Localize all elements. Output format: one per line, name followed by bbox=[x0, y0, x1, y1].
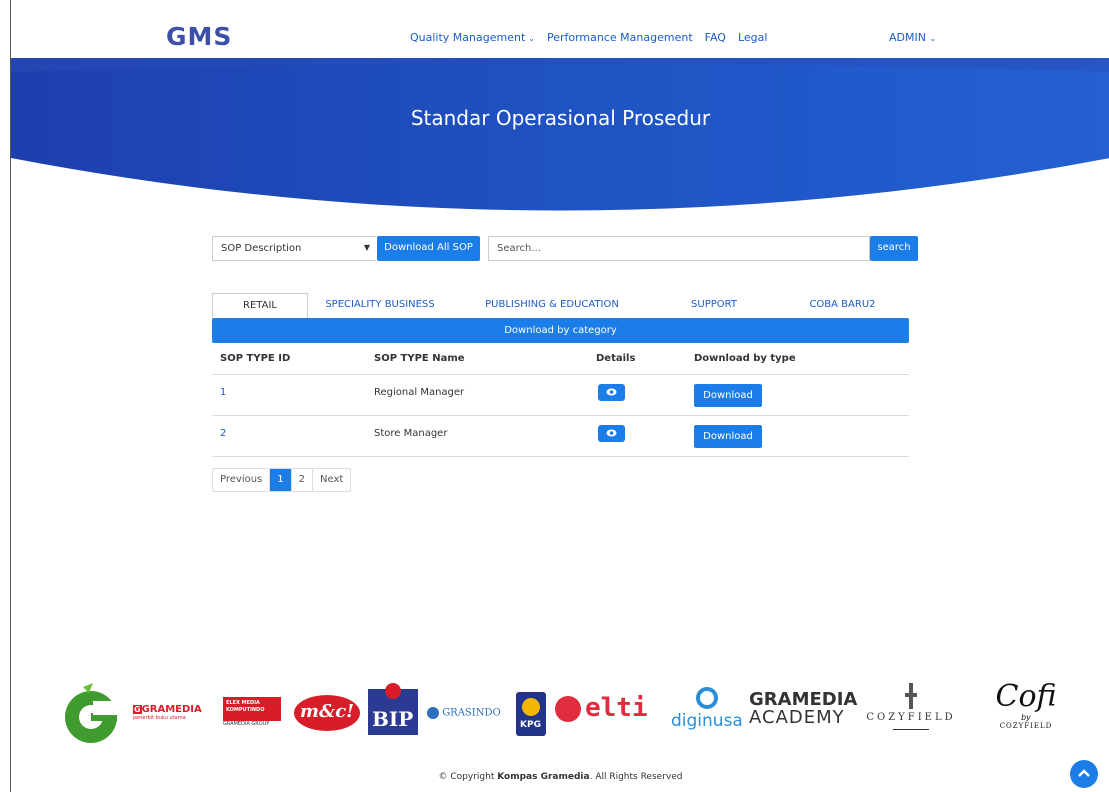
copyright-prefix: © Copyright bbox=[438, 772, 498, 782]
chevron-down-icon: ⌄ bbox=[528, 34, 535, 43]
logo-text: BIP bbox=[372, 707, 414, 731]
mnc-logo: m&c! bbox=[294, 695, 360, 731]
download-by-type-button[interactable]: Download bbox=[694, 425, 762, 448]
diginusa-logo: diginusa bbox=[671, 687, 743, 731]
divider bbox=[893, 729, 929, 730]
page-title: Standar Operasional Prosedur bbox=[410, 106, 711, 130]
pagination-page-1[interactable]: 1 bbox=[270, 469, 292, 491]
copyright-suffix: . All Rights Reserved bbox=[589, 772, 683, 782]
search-input[interactable]: Search... bbox=[488, 236, 870, 261]
details-button[interactable] bbox=[598, 425, 625, 442]
tab-publishing-education[interactable]: PUBLISHING & EDUCATION bbox=[452, 293, 652, 318]
details-button[interactable] bbox=[598, 384, 625, 401]
nav-quality-management[interactable]: Quality Management ⌄ bbox=[410, 31, 535, 44]
elti-logo: elti bbox=[555, 693, 648, 723]
download-all-sop-button[interactable]: Download All SOP bbox=[377, 236, 480, 261]
nav-faq[interactable]: FAQ bbox=[705, 31, 726, 44]
pagination-previous[interactable]: Previous bbox=[213, 469, 271, 491]
back-to-top-button[interactable] bbox=[1070, 760, 1098, 788]
elti-emblem bbox=[555, 695, 581, 722]
logo-text: GRAMEDIA bbox=[141, 704, 202, 715]
logo-text: diginusa bbox=[671, 711, 743, 731]
caret-down-icon: ▼ bbox=[363, 243, 370, 252]
cozyfield-emblem bbox=[905, 683, 917, 709]
logo-text: KPG bbox=[520, 720, 541, 730]
nav-legal[interactable]: Legal bbox=[738, 31, 767, 44]
select-value: SOP Description bbox=[221, 243, 302, 254]
column-header: SOP TYPE ID bbox=[220, 353, 291, 364]
sop-type-name: Regional Manager bbox=[374, 387, 465, 398]
kpg-logo: KPG bbox=[516, 692, 546, 736]
column-header: Details bbox=[596, 353, 636, 364]
pagination-page-2[interactable]: 2 bbox=[292, 469, 314, 491]
gramedia-academy-logo: GRAMEDIA ACADEMY bbox=[749, 691, 857, 727]
logo-subtext: ACADEMY bbox=[749, 707, 845, 728]
elex-media-logo: ELEX MEDIA KOMPUTINDO GRAMEDIA GROUP bbox=[223, 697, 283, 733]
cozyfield-logo: COZYFIELD bbox=[861, 683, 961, 730]
search-button[interactable]: search bbox=[870, 236, 918, 261]
chevron-up-icon bbox=[1078, 769, 1090, 777]
brand-logos-strip: GGRAMEDIA penerbit buku utama ELEX MEDIA… bbox=[11, 675, 1109, 755]
user-menu-label: ADMIN bbox=[889, 31, 926, 44]
user-menu[interactable]: ADMIN ⌄ bbox=[889, 31, 936, 44]
gramedia-g-logo bbox=[65, 683, 119, 743]
tab-coba-baru2[interactable]: COBA BARU2 bbox=[776, 293, 909, 318]
tab-speciality-business[interactable]: SPECIALITY BUSINESS bbox=[308, 293, 452, 318]
top-navbar: GMS Quality Management ⌄ Performance Mana… bbox=[11, 0, 1109, 58]
gramedia-logo: GGRAMEDIA penerbit buku utama bbox=[133, 704, 202, 721]
pagination-next[interactable]: Next bbox=[313, 469, 350, 491]
hero-banner: Standar Operasional Prosedur bbox=[11, 58, 1109, 218]
cofi-logo: Cofi by COZYFIELD bbox=[991, 679, 1061, 731]
sop-type-name: Store Manager bbox=[374, 428, 448, 439]
sop-type-id-link[interactable]: 1 bbox=[220, 387, 226, 398]
sop-type-id-link[interactable]: 2 bbox=[220, 428, 226, 439]
copyright-brand: Kompas Gramedia bbox=[497, 772, 590, 782]
logo-text: Cofi bbox=[995, 679, 1057, 714]
column-header: SOP TYPE Name bbox=[374, 353, 465, 364]
nav-performance-management[interactable]: Performance Management bbox=[547, 31, 693, 44]
eye-icon bbox=[606, 429, 617, 437]
table-row: 1 Regional Manager Download bbox=[212, 375, 909, 416]
page-frame: GMS Quality Management ⌄ Performance Mana… bbox=[10, 0, 1109, 792]
grasindo-logo: GRASINDO bbox=[427, 707, 501, 719]
category-tabs: RETAIL SPECIALITY BUSINESS PUBLISHING & … bbox=[212, 293, 909, 318]
pagination: Previous 1 2 Next bbox=[212, 468, 352, 492]
copyright-text: © Copyright Kompas Gramedia. All Rights … bbox=[11, 772, 1109, 782]
table-row: 2 Store Manager Download bbox=[212, 416, 909, 457]
logo-text: elti bbox=[585, 693, 648, 723]
logo-text: COZYFIELD bbox=[866, 712, 956, 723]
logo-text: ELEX MEDIA KOMPUTINDO bbox=[223, 697, 281, 721]
column-header: Download by type bbox=[694, 353, 796, 364]
logo-by: by bbox=[1021, 713, 1031, 722]
diginusa-emblem bbox=[695, 687, 718, 709]
tab-retail[interactable]: RETAIL bbox=[212, 293, 308, 318]
logo-subtext: COZYFIELD bbox=[999, 722, 1053, 730]
nav-label: Quality Management bbox=[410, 31, 526, 44]
logo-subtext: GRAMEDIA GROUP bbox=[223, 721, 270, 727]
logo-text: GRASINDO bbox=[442, 707, 501, 719]
banner-background bbox=[11, 58, 1109, 211]
kpg-emblem bbox=[522, 698, 540, 716]
table-header-row: SOP TYPE ID SOP TYPE Name Details Downlo… bbox=[212, 345, 909, 375]
bip-dot bbox=[385, 683, 401, 699]
main-nav: Quality Management ⌄ Performance Manageme… bbox=[410, 31, 767, 44]
download-by-category-button[interactable]: Download by category bbox=[212, 318, 909, 343]
gms-logo[interactable]: GMS bbox=[166, 22, 232, 51]
sop-filter-select[interactable]: SOP Description ▼ bbox=[212, 236, 376, 261]
logo-subtext: penerbit buku utama bbox=[133, 715, 186, 721]
bip-logo: BIP bbox=[368, 683, 418, 735]
grasindo-icon bbox=[427, 707, 439, 719]
eye-icon bbox=[606, 388, 617, 396]
tab-support[interactable]: SUPPORT bbox=[652, 293, 776, 318]
download-by-type-button[interactable]: Download bbox=[694, 384, 762, 407]
chevron-down-icon: ⌄ bbox=[929, 34, 937, 43]
sop-type-table: SOP TYPE ID SOP TYPE Name Details Downlo… bbox=[212, 345, 909, 457]
